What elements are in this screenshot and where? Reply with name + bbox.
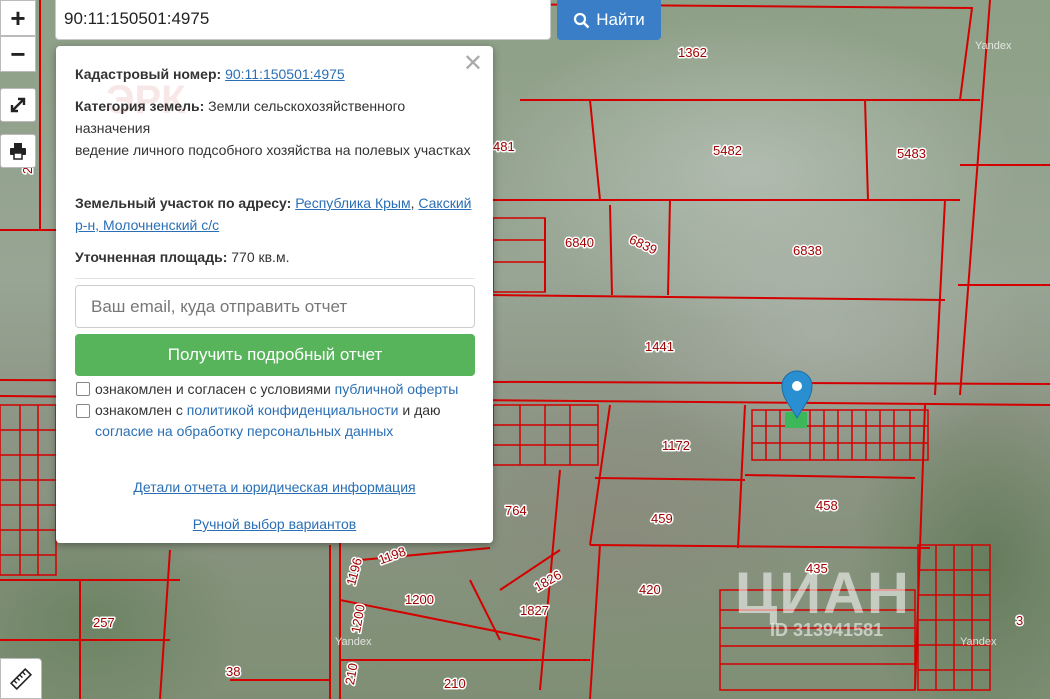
parcel-label: 1198 bbox=[376, 544, 407, 568]
cadastral-number-row: Кадастровый номер: 90:11:150501:4975 bbox=[75, 63, 475, 85]
parcel-label: 1441 bbox=[645, 339, 674, 354]
parcel-label: 210 bbox=[342, 662, 361, 686]
public-offer-link[interactable]: публичной оферты bbox=[335, 381, 459, 397]
parcel-label: 210 bbox=[444, 676, 466, 691]
search-button[interactable]: Найти bbox=[557, 0, 661, 40]
parcel-label: 1200 bbox=[348, 603, 368, 634]
privacy-consent-text: ознакомлен с политикой конфиденциальност… bbox=[95, 400, 479, 421]
parcel-label: 764 bbox=[505, 503, 527, 518]
parcel-label: 6840 bbox=[565, 235, 594, 250]
parcel-label: 459 bbox=[651, 511, 673, 526]
area-label: Уточненная площадь: bbox=[75, 249, 228, 265]
zoom-in-button[interactable]: + bbox=[0, 0, 36, 36]
email-field[interactable]: Ваш email, куда отправить отчет bbox=[75, 285, 475, 328]
get-report-button[interactable]: Получить подробный отчет bbox=[75, 334, 475, 376]
ruler-button[interactable] bbox=[0, 658, 42, 699]
divider bbox=[75, 278, 475, 279]
manual-selection-link[interactable]: Ручной выбор вариантов bbox=[56, 516, 493, 532]
print-button[interactable] bbox=[0, 134, 36, 168]
parcel-label: 3 bbox=[1016, 613, 1023, 628]
parcel-label: 257 bbox=[93, 615, 115, 630]
yandex-watermark: Yandex bbox=[975, 40, 1012, 52]
privacy-policy-link[interactable]: политикой конфиденциальности bbox=[187, 402, 399, 418]
report-details-link[interactable]: Детали отчета и юридическая информация bbox=[56, 479, 493, 495]
privacy-consent-mid: и даю bbox=[402, 402, 441, 418]
printer-icon bbox=[10, 143, 26, 160]
fullscreen-button[interactable] bbox=[0, 88, 36, 122]
parcel-label: 5482 bbox=[713, 143, 742, 158]
yandex-watermark: Yandex bbox=[960, 636, 997, 648]
parcel-label: 1200 bbox=[405, 592, 434, 607]
parcel-label: 38 bbox=[226, 664, 240, 679]
yandex-watermark: Yandex bbox=[335, 636, 372, 648]
address-link-region[interactable]: Республика Крым bbox=[295, 195, 410, 211]
privacy-consent-label: ознакомлен с bbox=[95, 402, 183, 418]
data-processing-row: согласие на обработку персональных данны… bbox=[95, 421, 479, 442]
parcel-info-popup: ЭРК ✕ Кадастровый номер: 90:11:150501:49… bbox=[56, 46, 493, 543]
parcel-label: 1362 bbox=[678, 45, 707, 60]
parcel-label: 481 bbox=[493, 139, 515, 154]
area-row: Уточненная площадь: 770 кв.м. bbox=[75, 246, 475, 268]
parcel-label: 458 bbox=[816, 498, 838, 513]
privacy-checkbox[interactable] bbox=[76, 404, 90, 418]
address-label: Земельный участок по адресу: bbox=[75, 195, 292, 211]
location-marker-icon[interactable] bbox=[781, 370, 813, 420]
area-value: 770 кв.м. bbox=[231, 249, 290, 265]
parcel-label: 6838 bbox=[793, 243, 822, 258]
offer-consent-label: ознакомлен и согласен с условиями bbox=[95, 381, 331, 397]
search-button-label: Найти bbox=[596, 10, 645, 29]
parcel-label: 1172 bbox=[662, 438, 690, 453]
ruler-icon bbox=[10, 667, 32, 690]
cadastral-label: Кадастровый номер: bbox=[75, 66, 222, 82]
cadastral-number-link[interactable]: 90:11:150501:4975 bbox=[225, 66, 345, 82]
cian-watermark: ЦИАН bbox=[735, 561, 911, 626]
search-icon bbox=[574, 12, 590, 28]
parcel-label: 1196 bbox=[343, 556, 365, 587]
parcel-label: 5483 bbox=[897, 146, 926, 161]
address-row: Земельный участок по адресу: Республика … bbox=[75, 195, 472, 233]
search-input[interactable]: 90:11:150501:4975 bbox=[55, 0, 551, 40]
data-processing-consent-link[interactable]: согласие на обработку персональных данны… bbox=[95, 423, 393, 439]
parcel-label: 420 bbox=[639, 582, 661, 597]
parcel-label: 1827 bbox=[520, 603, 549, 618]
parcel-label: 1826 bbox=[532, 567, 565, 594]
cian-id-watermark: ID 313941581 bbox=[770, 620, 884, 640]
offer-checkbox[interactable] bbox=[76, 382, 90, 396]
category-label: Категория земель: bbox=[75, 98, 205, 114]
expand-icon bbox=[10, 97, 26, 113]
land-usage: ведение личного подсобного хозяйства на … bbox=[75, 142, 471, 158]
parcel-label: 6839 bbox=[627, 232, 660, 258]
zoom-out-button[interactable]: − bbox=[0, 36, 36, 72]
offer-consent-text: ознакомлен и согласен с условиями публич… bbox=[95, 379, 479, 400]
land-category-row: Категория земель: Земли сельскохозяйстве… bbox=[75, 95, 475, 139]
